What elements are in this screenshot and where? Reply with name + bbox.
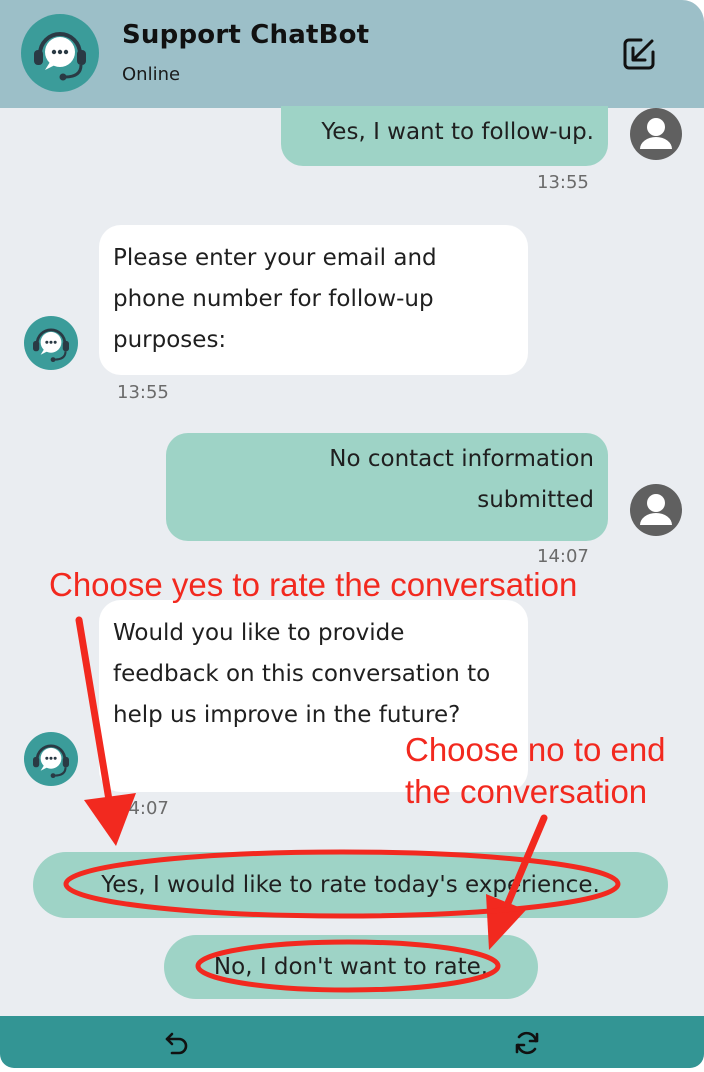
user-message: No contact information submitted (166, 433, 608, 541)
chat-title: Support ChatBot (122, 20, 370, 50)
user-avatar-icon (630, 108, 682, 160)
online-status: Online (122, 64, 181, 85)
rate-no-label: No, I don't want to rate. (213, 954, 489, 980)
refresh-icon[interactable] (512, 1028, 542, 1058)
chat-bot-headset-icon (24, 316, 78, 370)
message-time: 13:55 (117, 382, 169, 403)
annotation-yes-note: Choose yes to rate the conversation (49, 566, 578, 603)
message-text: Would you like to provide feedback on th… (113, 620, 491, 728)
chat-footer (0, 1016, 704, 1068)
message-text: No contact information submitted (329, 446, 594, 513)
undo-arrow-icon[interactable] (161, 1028, 191, 1058)
minimize-arrow-icon[interactable] (619, 34, 659, 74)
bot-message: Please enter your email and phone number… (99, 225, 528, 375)
message-text: Yes, I want to follow-up. (321, 119, 594, 145)
message-time: 13:55 (537, 172, 589, 193)
chat-bot-headset-icon (24, 732, 78, 786)
chat-bot-headset-icon (21, 14, 99, 92)
annotation-no-note-line1: Choose no to end (405, 731, 666, 768)
message-text: Please enter your email and phone number… (113, 245, 437, 353)
user-avatar-icon (630, 484, 682, 536)
rate-yes-button[interactable]: Yes, I would like to rate today's experi… (33, 852, 668, 918)
rate-yes-label: Yes, I would like to rate today's experi… (101, 872, 600, 898)
annotation-no-note-line2: the conversation (405, 773, 648, 810)
chat-header: Support ChatBot Online (0, 0, 704, 108)
rate-no-button[interactable]: No, I don't want to rate. (164, 935, 538, 999)
chat-widget: Support ChatBot Online Yes, I want to fo… (0, 0, 704, 1068)
user-message: Yes, I want to follow-up. (281, 106, 608, 166)
message-time: 14:07 (117, 798, 169, 819)
